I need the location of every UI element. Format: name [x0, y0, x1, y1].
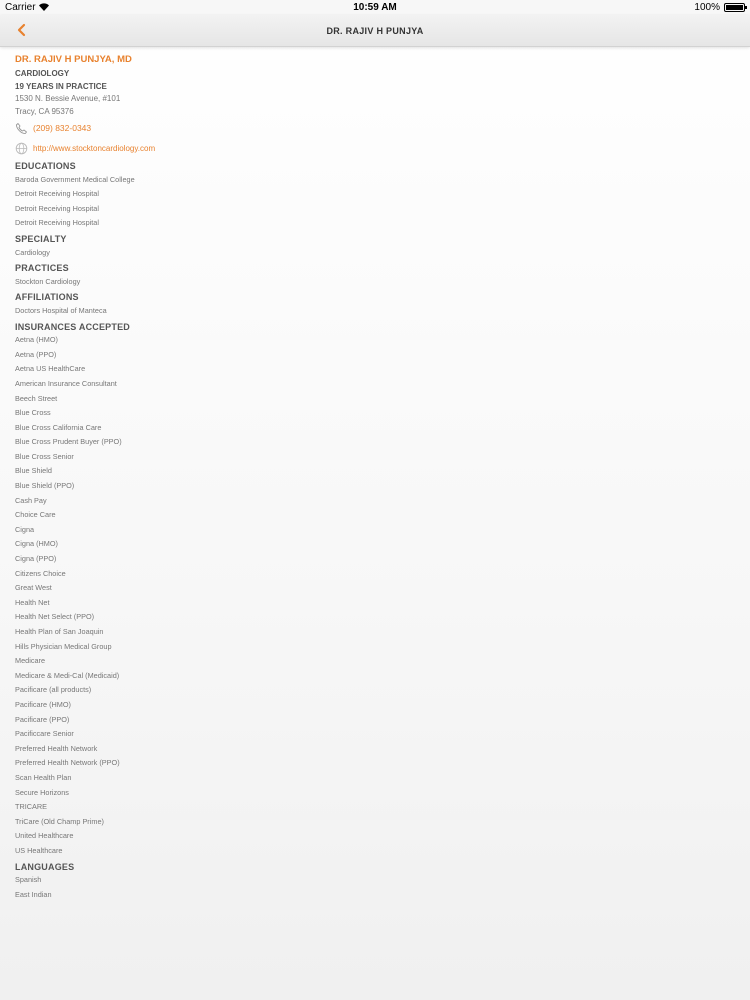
educations-list-item: Detroit Receiving Hospital [15, 203, 99, 213]
affiliations-heading: AFFILIATIONS [15, 292, 79, 303]
insurances-list-item: Cash Pay [15, 495, 47, 505]
battery-percent: 100% [694, 2, 720, 13]
practices-heading: PRACTICES [15, 263, 69, 274]
affiliations-list-item: Doctors Hospital of Manteca [15, 305, 107, 315]
insurances-list-item: Aetna (PPO) [15, 349, 57, 359]
insurances-list-item: Cigna (PPO) [15, 554, 57, 564]
insurances-list-item: Blue Cross Prudent Buyer (PPO) [15, 437, 122, 447]
languages-list-item: Spanish [15, 875, 42, 885]
educations-list-item: Baroda Government Medical College [15, 174, 135, 184]
insurances-list-item: American Insurance Consultant [15, 378, 117, 388]
globe-icon [15, 142, 28, 155]
insurances-list-item: Hills Physician Medical Group [15, 641, 112, 651]
insurances-list-item: Blue Cross [15, 408, 51, 418]
address-line-2: Tracy, CA 95376 [15, 106, 74, 116]
phone-icon [15, 122, 28, 135]
insurances-list-item: Health Plan of San Joaquin [15, 627, 104, 636]
insurances-list-item: Pacificare (PPO) [15, 714, 70, 724]
educations-list-item: Detroit Receiving Hospital [15, 189, 99, 199]
insurances-list-item: Aetna (HMO) [15, 335, 58, 345]
languages-heading: LANGUAGES [15, 861, 75, 872]
phone-row[interactable]: (209) 832-0343 [15, 118, 715, 138]
insurances-list-item: Beech Street [15, 393, 58, 403]
insurances-list-item: Pacificcare Senior [15, 729, 74, 739]
doctor-profile: DR. RAJIV H PUNJYA, MD CARDIOLOGY 19 YEA… [15, 54, 715, 902]
insurances-list-item: US Healthcare [15, 845, 63, 855]
insurances-list-item: Cigna (HMO) [15, 539, 58, 549]
insurances-list-item: Blue Cross Senior [15, 451, 74, 461]
insurances-list-item: Aetna US HealthCare [15, 364, 86, 374]
insurances-list-item: Blue Shield [15, 466, 52, 476]
insurances-list-item: Citizens Choice [15, 568, 66, 578]
languages-list-item: East Indian [15, 889, 52, 899]
page-title: DR. RAJIV H PUNJYA [326, 26, 424, 36]
insurances-list-item: Medicare & Medi-Cal (Medicaid) [15, 670, 120, 680]
specialty-list-item: Cardiology [15, 247, 50, 257]
insurances-list-item: Blue Cross California Care [15, 422, 102, 432]
insurances-list-item: TRICARE [15, 802, 48, 812]
insurances-list-item: Preferred Health Network [15, 743, 98, 753]
address-line-1: 1530 N. Bessie Avenue, #101 [15, 94, 121, 103]
insurances-list-item: Scan Health Plan [15, 772, 72, 782]
website-link[interactable]: http://www.stocktoncardiology.com [33, 144, 155, 153]
insurances-list-item: Health Net [15, 597, 50, 607]
insurances-list-item: TriCare (Old Champ Prime) [15, 816, 104, 826]
insurances-list-item: Preferred Health Network (PPO) [15, 758, 120, 768]
battery-icon [724, 3, 747, 12]
specialty-heading: SPECIALTY [15, 233, 67, 244]
practices-list-item: Stockton Cardiology [15, 276, 81, 286]
insurances-list-item: United Healthcare [15, 831, 74, 841]
navigation-bar: DR. RAJIV H PUNJYA [0, 15, 750, 47]
insurances-list-item: Medicare [15, 656, 46, 666]
insurances-list-item: Great West [15, 583, 52, 593]
insurances-list-item: Choice Care [15, 510, 56, 520]
insurances-list-item: Health Net Select (PPO) [15, 612, 95, 622]
doctor-name: DR. RAJIV H PUNJYA, MD [15, 54, 132, 65]
doctor-specialty: CARDIOLOGY [15, 69, 70, 78]
phone-link[interactable]: (209) 832-0343 [33, 123, 91, 133]
insurances-list-item: Secure Horizons [15, 787, 69, 797]
educations-heading: EDUCATIONS [15, 161, 76, 171]
website-row[interactable]: http://www.stocktoncardiology.com [15, 138, 715, 158]
status-bar: Carrier 10:59 AM 100% [0, 0, 750, 15]
insurances-heading: INSURANCES ACCEPTED [15, 321, 130, 332]
insurances-list-item: Blue Shield (PPO) [15, 481, 75, 491]
profile-sections: EDUCATIONS Baroda Government Medical Coll… [15, 158, 715, 902]
insurances-list-item: Pacificare (all products) [15, 685, 92, 695]
insurances-list-item: Pacificare (HMO) [15, 699, 71, 709]
years-in-practice: 19 YEARS IN PRACTICE [15, 81, 107, 91]
insurances-list-item: Cigna [15, 524, 35, 534]
educations-list-item: Detroit Receiving Hospital [15, 218, 99, 228]
clock: 10:59 AM [353, 2, 397, 13]
